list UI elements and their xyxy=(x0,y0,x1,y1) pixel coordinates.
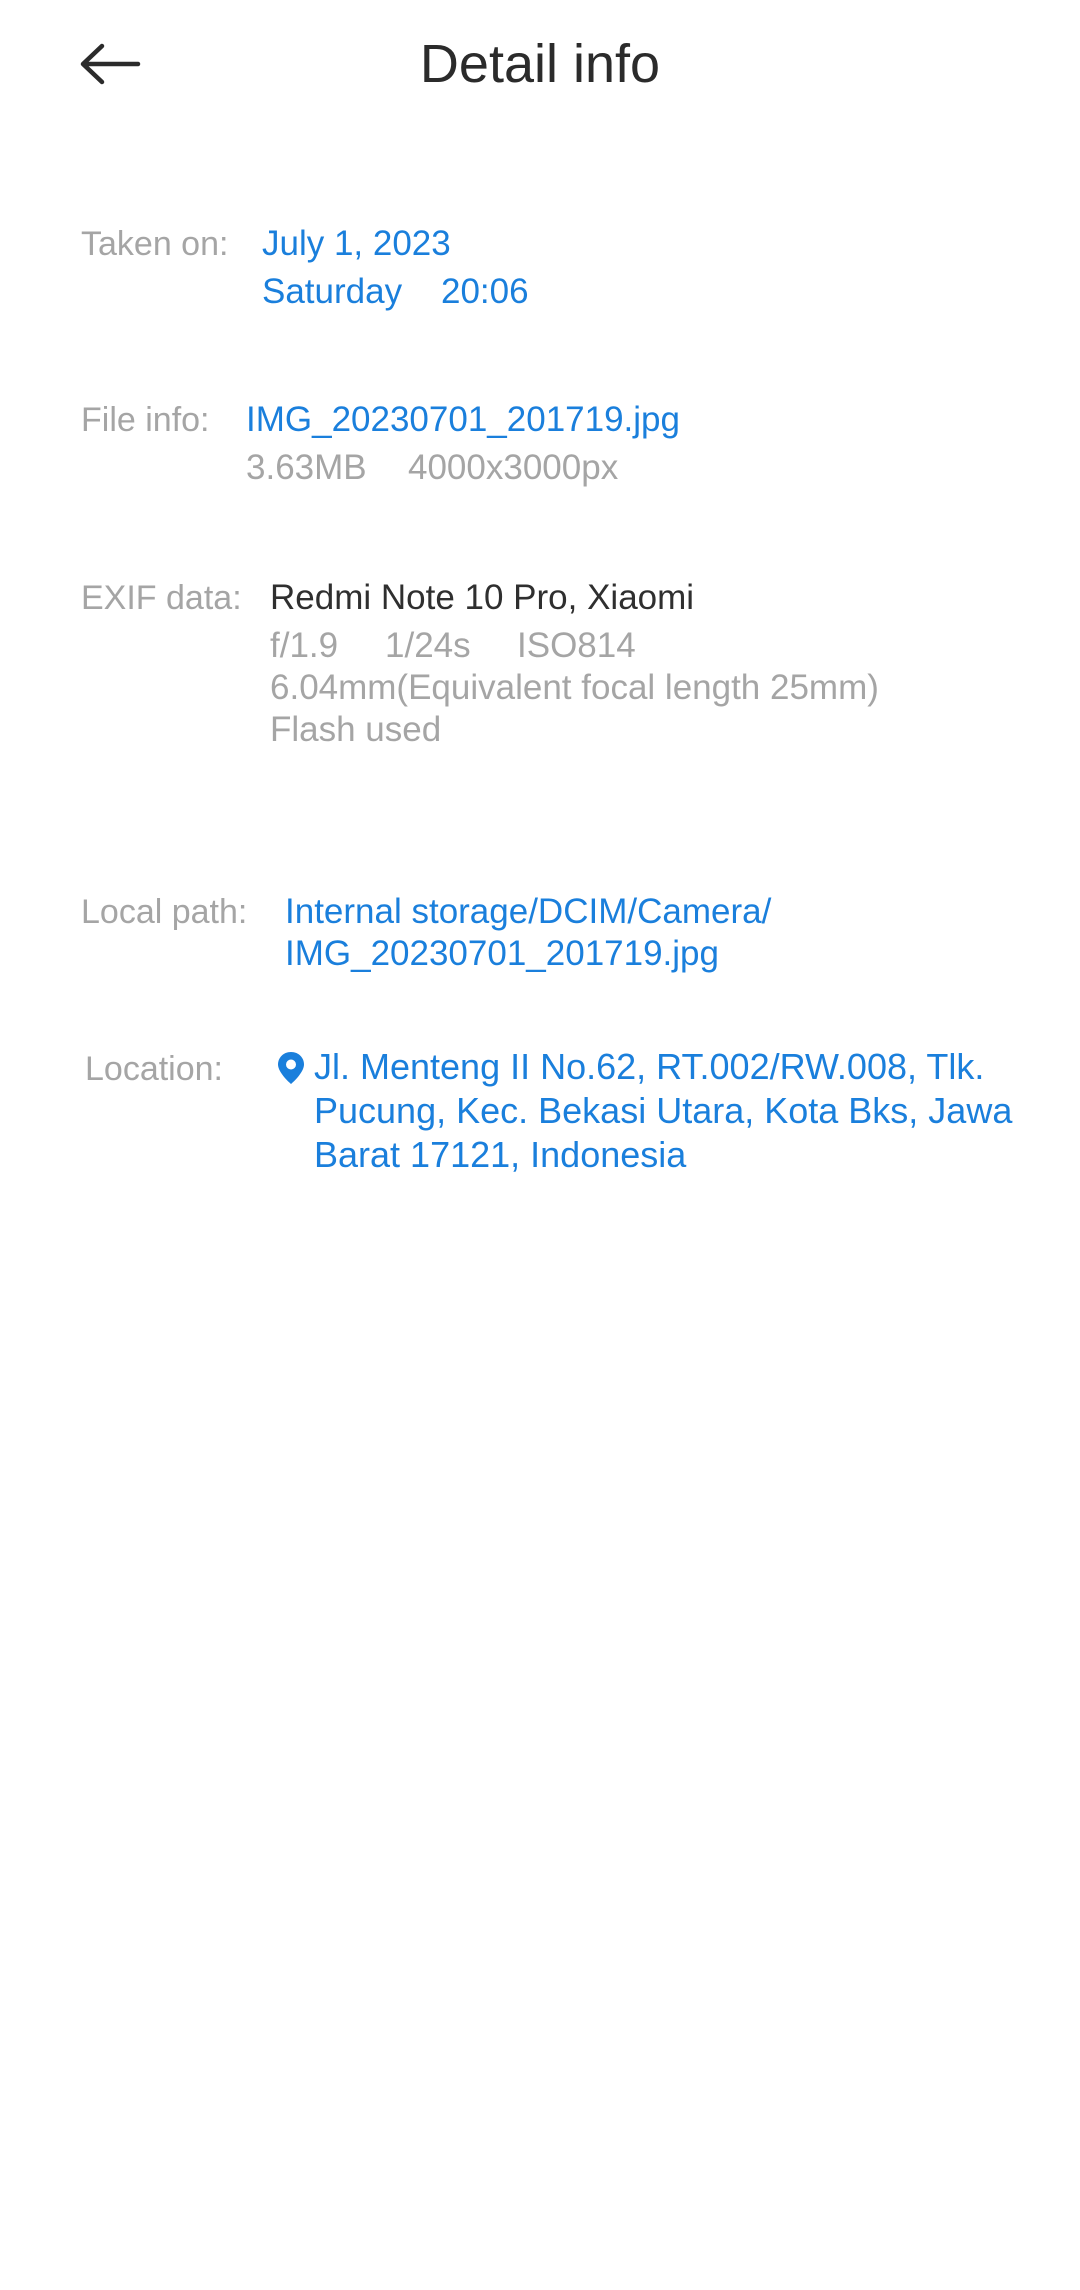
file-resolution: 4000x3000px xyxy=(408,448,619,487)
taken-on-section: Taken on: July 1, 2023 Saturday 20:06 xyxy=(0,220,1080,320)
exif-iso: ISO814 xyxy=(517,626,636,665)
exif-section: EXIF data: Redmi Note 10 Pro, Xiaomi f/1… xyxy=(0,574,1080,754)
exif-aperture: f/1.9 xyxy=(270,626,339,665)
location-label: Location: xyxy=(85,1050,223,1088)
location-section: Location: Jl. Menteng II No.62, RT.002/R… xyxy=(0,1045,1080,1195)
local-path-section: Local path: Internal storage/DCIM/Camera… xyxy=(0,888,1080,988)
exif-flash: Flash used xyxy=(270,710,442,749)
file-size: 3.63MB xyxy=(246,448,367,487)
file-name[interactable]: IMG_20230701_201719.jpg xyxy=(246,396,680,444)
exif-label: EXIF data: xyxy=(81,579,242,617)
local-path-line-1[interactable]: Internal storage/DCIM/Camera/ xyxy=(285,888,771,936)
taken-date[interactable]: July 1, 2023 xyxy=(262,220,451,268)
local-path-line-2[interactable]: IMG_20230701_201719.jpg xyxy=(285,930,719,978)
taken-on-label: Taken on: xyxy=(81,225,229,263)
taken-time[interactable]: 20:06 xyxy=(441,268,529,316)
location-address[interactable]: Jl. Menteng II No.62, RT.002/RW.008, Tlk… xyxy=(314,1045,1054,1177)
exif-focal-length: 6.04mm(Equivalent focal length 25mm) xyxy=(270,668,879,707)
local-path-label: Local path: xyxy=(81,893,248,931)
exif-shutter: 1/24s xyxy=(385,626,471,665)
location-pin-icon xyxy=(278,1052,304,1084)
header-bar: Detail info xyxy=(0,0,1080,130)
taken-weekday[interactable]: Saturday xyxy=(262,268,402,316)
page-title: Detail info xyxy=(419,34,661,94)
exif-device: Redmi Note 10 Pro, Xiaomi xyxy=(270,578,695,617)
file-info-section: File info: IMG_20230701_201719.jpg 3.63M… xyxy=(0,396,1080,496)
file-info-label: File info: xyxy=(81,401,210,439)
